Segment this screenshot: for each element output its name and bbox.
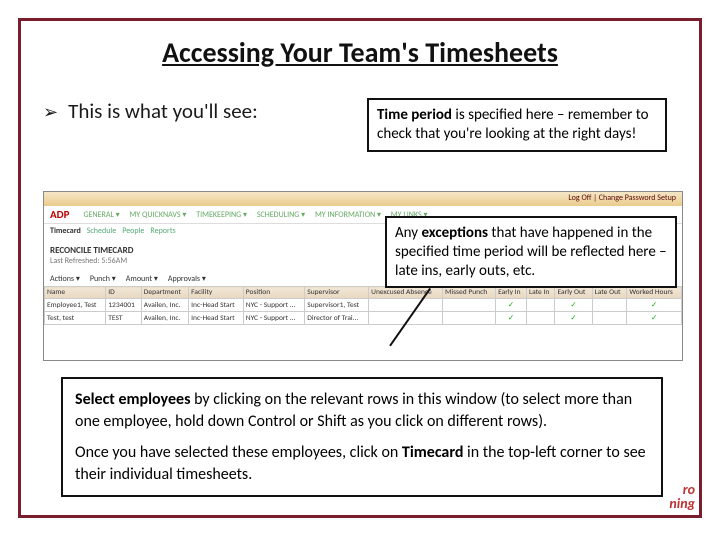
col-header: Department — [141, 287, 188, 299]
cell: 1234001 — [106, 299, 142, 312]
check-cell: ✓ — [627, 299, 682, 312]
cell: Availen, Inc. — [141, 312, 188, 325]
tab-people[interactable]: People — [122, 226, 144, 236]
nav-myinfo[interactable]: MY INFORMATION ▾ — [315, 210, 381, 220]
app-topbar: Log Off | Change Password Setup — [44, 192, 682, 206]
callout-exceptions-prefix: Any — [395, 224, 421, 242]
col-header: Early In — [496, 287, 527, 299]
check-cell: ✓ — [496, 312, 527, 325]
cell: Supervisor1, Test — [305, 299, 369, 312]
cell: Employee1, Test — [45, 299, 106, 312]
instr2-a: Once you have selected these employees, … — [75, 443, 402, 462]
check-cell: ✓ — [555, 312, 592, 325]
toolbar-punch[interactable]: Punch ▾ — [90, 274, 116, 284]
tab-reports[interactable]: Reports — [150, 226, 175, 236]
page-title: Accessing Your Team's Timesheets — [21, 35, 699, 70]
toolbar-amount[interactable]: Amount ▾ — [126, 274, 158, 284]
col-header: Supervisor — [305, 287, 369, 299]
callout-time-period: Time period is specified here – remember… — [367, 98, 667, 152]
nav-quicknavs[interactable]: MY QUICKNAVS ▾ — [129, 210, 186, 220]
bullet-arrow-icon: ➢ — [43, 101, 58, 123]
cell: Availen, Inc. — [141, 299, 188, 312]
table-row[interactable]: Employee1, Test1234001Availen, Inc.Inc-H… — [45, 299, 682, 312]
toolbar-approvals[interactable]: Approvals ▾ — [168, 274, 206, 284]
col-header: Late In — [526, 287, 555, 299]
select-employees-bold: Select employees — [75, 390, 190, 409]
tab-timecard[interactable]: Timecard — [50, 226, 81, 236]
nav-scheduling[interactable]: SCHEDULING ▾ — [257, 210, 305, 220]
tab-schedule[interactable]: Schedule — [87, 226, 116, 236]
col-header: Facility — [189, 287, 244, 299]
check-cell — [442, 299, 495, 312]
adp-logo: ADP — [50, 208, 69, 221]
cell: NYC - Support ... — [243, 312, 305, 325]
instr2-bold: Timecard — [402, 443, 464, 462]
cell: TEST — [106, 312, 142, 325]
col-header: Worked Hours — [627, 287, 682, 299]
callout-exceptions: Any exceptions that have happened in the… — [385, 216, 677, 288]
nav-general[interactable]: GENERAL ▾ — [83, 210, 119, 220]
nav-timekeeping[interactable]: TIMEKEEPING ▾ — [196, 210, 247, 220]
reconcile-title: RECONCILE TIMECARD — [50, 245, 133, 256]
check-cell: ✓ — [555, 299, 592, 312]
check-cell — [526, 312, 555, 325]
check-cell — [526, 299, 555, 312]
cell: Test, test — [45, 312, 106, 325]
callout-exceptions-bold: exceptions — [421, 224, 488, 242]
intro-bullet-text: This is what you'll see: — [68, 98, 258, 124]
col-header: Missed Punch — [442, 287, 495, 299]
instructions-box: Select employees by clicking on the rele… — [61, 377, 663, 497]
check-cell — [442, 312, 495, 325]
check-cell — [369, 299, 443, 312]
intro-bullet: ➢ This is what you'll see: — [43, 98, 343, 124]
callout-time-period-bold: Time period — [377, 106, 452, 124]
corner-logo: ro ning — [669, 483, 695, 511]
cell: NYC - Support ... — [243, 299, 305, 312]
app-nav[interactable]: GENERAL ▾ MY QUICKNAVS ▾ TIMEKEEPING ▾ S… — [83, 210, 435, 220]
col-header: Early Out — [555, 287, 592, 299]
toolbar-actions[interactable]: Actions ▾ — [50, 274, 80, 284]
cell: Inc-Head Start — [189, 299, 244, 312]
cell: Director of Trai... — [305, 312, 369, 325]
check-cell: ✓ — [496, 299, 527, 312]
table-row[interactable]: Test, testTESTAvailen, Inc.Inc-Head Star… — [45, 312, 682, 325]
check-cell: ✓ — [627, 312, 682, 325]
col-header: Late Out — [592, 287, 627, 299]
check-cell — [592, 312, 627, 325]
employee-table[interactable]: NameIDDepartmentFacilityPositionSupervis… — [44, 286, 682, 325]
check-cell — [592, 299, 627, 312]
col-header: Position — [243, 287, 305, 299]
last-refreshed: Last Refreshed: 5:56AM — [50, 256, 133, 266]
cell: Inc-Head Start — [189, 312, 244, 325]
col-header: ID — [106, 287, 142, 299]
col-header: Name — [45, 287, 106, 299]
